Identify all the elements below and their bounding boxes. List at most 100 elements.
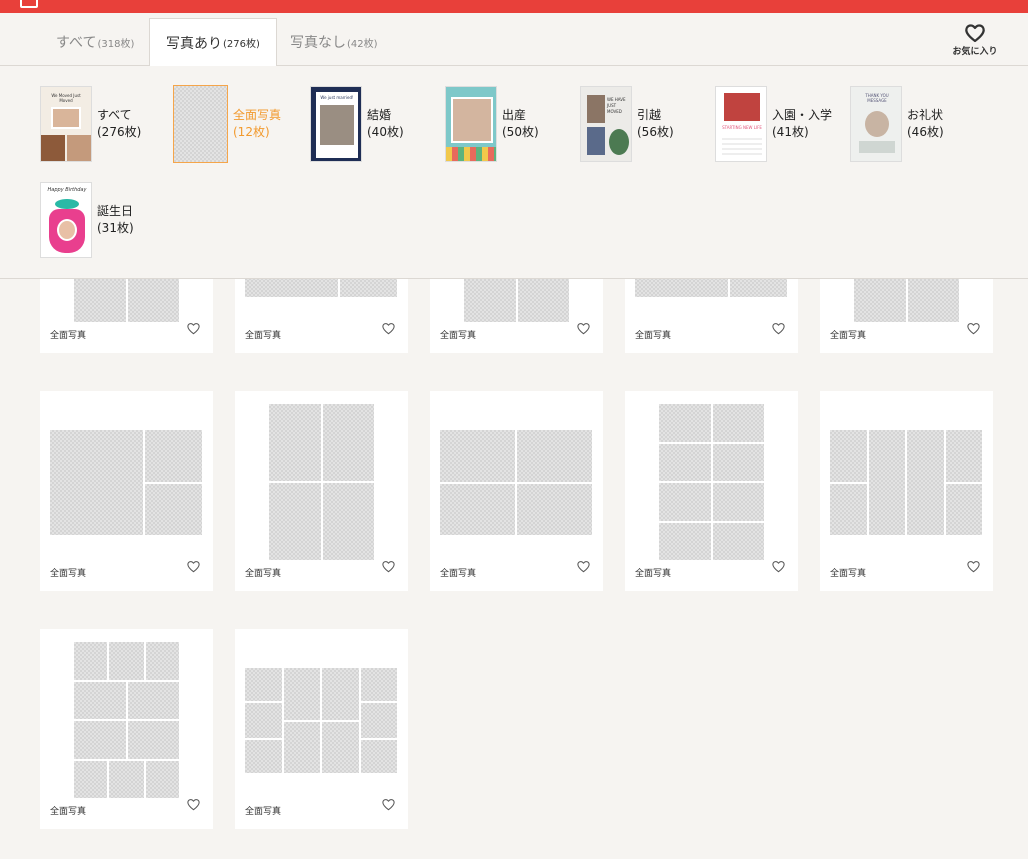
template-card[interactable]: 全面写真 [235,629,408,829]
category-thumbnail: THANK YOU MESSAGE [850,86,902,162]
favorite-heart-icon[interactable] [186,558,201,577]
favorite-heart-icon[interactable] [381,320,396,339]
photo-slot [944,482,983,536]
category-thumbnail: WE HAVE JUST MOVED [580,86,632,162]
favorite-heart-icon[interactable] [966,558,981,577]
template-card[interactable]: 全面写真 [40,629,213,829]
thumbnail-text: WE HAVE JUST MOVED [607,97,626,114]
template-card[interactable]: 全面写真 [235,391,408,591]
category-count: (276枚) [97,125,142,139]
category-thumbnail [173,85,228,163]
photo-slot [244,738,283,774]
favorite-heart-icon[interactable] [186,320,201,339]
category-name: 結婚 [367,108,392,122]
photo-slot [359,702,398,739]
template-card[interactable]: 全面写真 [430,391,603,591]
template-card[interactable]: 全面写真 [40,391,213,591]
photo-slot [829,482,868,536]
photo-slot [867,429,906,536]
category-thumbnail: STARTING NEW LIFE [715,86,767,162]
photo-slot [73,759,109,799]
category-panel: We Moved Just Moved すべて (276枚) 全面写真 (12枚) … [0,66,1028,279]
photo-slot [829,429,868,483]
category-moving[interactable]: WE HAVE JUST MOVED 引越 (56枚) [580,85,710,163]
photo-slot [944,429,983,483]
photo-slot [73,720,127,760]
category-name: 入園・入学 [772,108,833,122]
thumbnail-deco [859,141,895,153]
category-wedding[interactable]: We just married! 結婚 (40枚) [310,85,440,163]
photo-slot [516,482,593,536]
favorite-heart-icon[interactable] [186,796,201,815]
category-birth[interactable]: 出産 (50枚) [445,85,575,163]
category-name: 引越 [637,108,662,122]
template-card[interactable]: 全面写真 [820,391,993,591]
template-preview [244,667,398,774]
thumbnail-photo [724,93,760,121]
tab-bar: すべて (318枚) 写真あり (276枚) 写真なし (42枚) お気に入り [0,13,1028,67]
photo-slot [244,702,283,739]
category-count: (40枚) [367,125,404,139]
top-banner [0,0,1028,13]
photo-slot [282,667,321,721]
photo-slot [108,641,145,681]
template-preview [658,403,765,561]
category-label: 出産 (50枚) [502,107,539,141]
thumbnail-text: Happy Birthday [47,187,87,193]
thumbnail-text: THANK YOU MESSAGE [865,93,889,103]
category-birthday[interactable]: Happy Birthday 誕生日 (31枚) [40,181,170,259]
category-thanks[interactable]: THANK YOU MESSAGE お礼状 (46枚) [850,85,980,163]
category-label: 入園・入学 (41枚) [772,107,832,141]
favorite-heart-icon[interactable] [381,796,396,815]
favorite-heart-icon[interactable] [771,320,786,339]
category-name: お礼状 [907,108,944,122]
thumbnail-lines [722,135,762,155]
photo-slot [73,680,127,720]
favorite-heart-icon[interactable] [381,558,396,577]
category-school[interactable]: STARTING NEW LIFE 入園・入学 (41枚) [715,85,845,163]
favorites-label: お気に入り [952,47,998,57]
category-all[interactable]: We Moved Just Moved すべて (276枚) [40,85,170,163]
thumbnail-photo [865,111,889,137]
photo-slot [144,641,180,681]
category-thumbnail: Happy Birthday [40,182,92,258]
category-count: (31枚) [97,221,134,235]
favorite-heart-icon[interactable] [771,558,786,577]
photo-slot [658,521,712,561]
photo-slot [359,738,398,774]
category-thumbnail: We Moved Just Moved [40,86,92,162]
photo-slot [321,403,375,482]
photo-slot [282,720,321,774]
tab-no-photo[interactable]: 写真なし (42枚) [274,18,394,66]
category-count: (56枚) [637,125,674,139]
tab-all[interactable]: すべて (318枚) [40,18,150,66]
photo-slot [711,442,765,482]
thumbnail-ribbon [55,199,79,209]
photo-slot [108,759,145,799]
category-fullphoto[interactable]: 全面写真 (12枚) [173,85,303,163]
tab-count: (42枚) [347,38,378,50]
favorite-heart-icon[interactable] [576,558,591,577]
favorite-heart-icon[interactable] [576,320,591,339]
thumbnail-pattern [446,147,496,161]
photo-slot [268,403,322,482]
template-preview [439,429,593,536]
thumbnail-text: We Moved Just Moved [51,93,81,103]
tab-label: すべて [56,35,97,51]
photo-slot [658,442,712,482]
photo-slot [268,482,322,561]
category-count: (50枚) [502,125,539,139]
favorites-button[interactable]: お気に入り [946,23,1004,65]
photo-slot [359,667,398,703]
photo-slot [126,720,180,760]
tab-with-photo[interactable]: 写真あり (276枚) [149,18,277,67]
calendar-icon[interactable] [20,0,38,8]
category-thumbnail [445,86,497,162]
photo-slot [711,403,765,443]
template-card[interactable]: 全面写真 [625,391,798,591]
tab-label: 写真あり [166,35,222,52]
category-label: お礼状 (46枚) [907,107,944,141]
thumbnail-text: We just married! [320,95,354,100]
thumbnail-photo [451,97,493,143]
favorite-heart-icon[interactable] [966,320,981,339]
